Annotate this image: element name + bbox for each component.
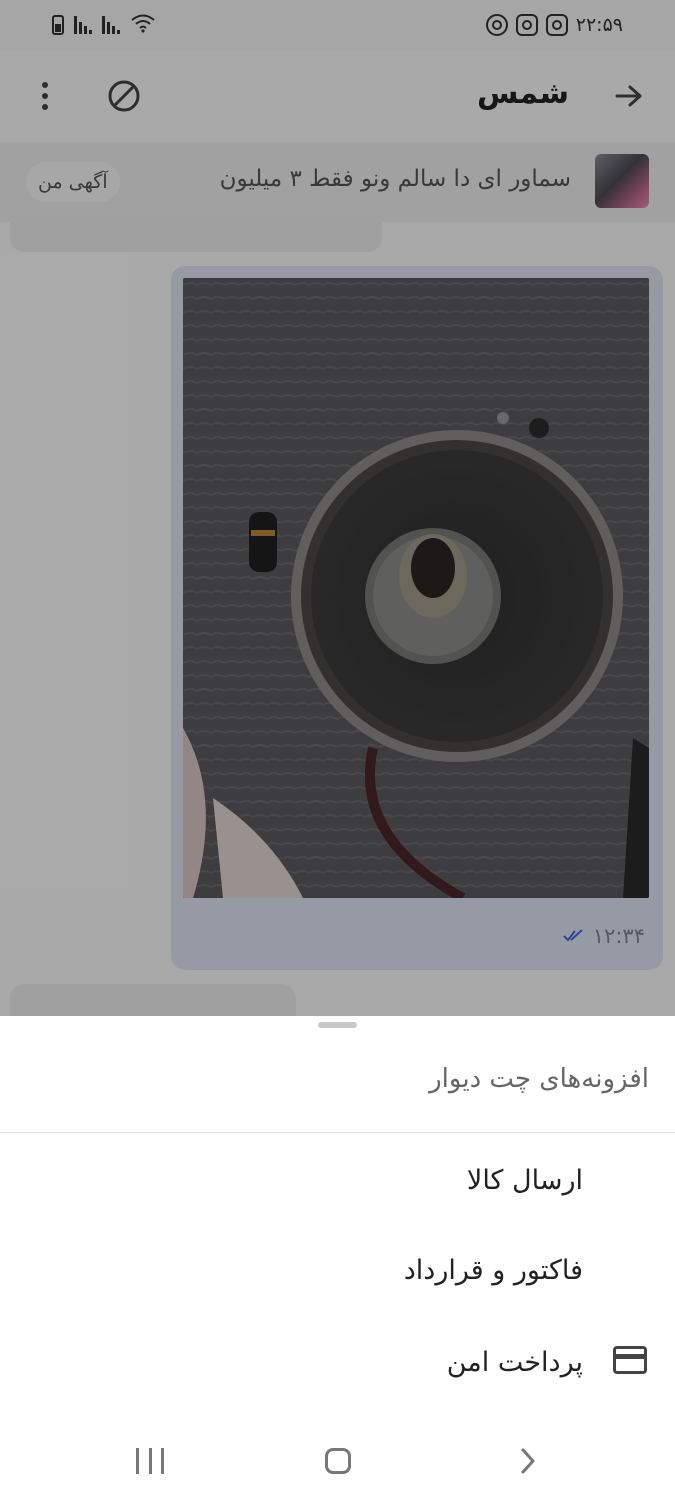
home-icon[interactable] <box>325 1448 351 1474</box>
back-icon[interactable] <box>514 1448 540 1474</box>
chat-screen: ۱۲:۳۴ ۲۲:۵۹ شمس آگهی من سماور ای دا سالم… <box>0 0 675 1500</box>
option-label: فاکتور و قرارداد <box>403 1254 583 1286</box>
sheet-title: افزونه‌های چت دیوار <box>429 1064 649 1094</box>
option-label: ارسال کالا <box>466 1164 583 1196</box>
system-nav-bar <box>0 1420 675 1500</box>
sheet-drag-handle[interactable] <box>318 1022 357 1028</box>
sheet-backdrop[interactable] <box>0 0 675 1016</box>
option-send-goods[interactable]: ارسال کالا <box>0 1144 675 1216</box>
option-secure-payment[interactable]: پرداخت امن <box>0 1326 675 1398</box>
option-invoice-contract[interactable]: فاکتور و قرارداد <box>0 1234 675 1306</box>
recent-apps-icon[interactable] <box>136 1448 164 1474</box>
credit-card-icon <box>613 1346 647 1374</box>
sheet-divider <box>0 1132 675 1133</box>
option-label: پرداخت امن <box>446 1346 583 1378</box>
